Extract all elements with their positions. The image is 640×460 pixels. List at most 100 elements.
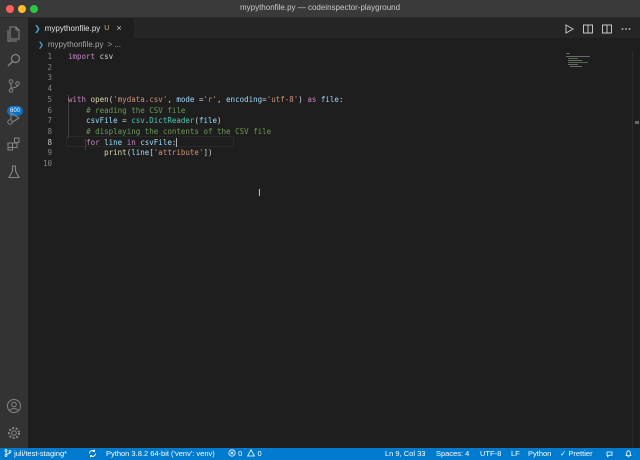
scrollbar-marker: [635, 121, 639, 124]
code-token: as: [307, 94, 317, 104]
breadcrumb: ❯ mypythonfile.py > ...: [28, 38, 640, 51]
python-file-icon: ❯: [34, 23, 41, 33]
code-token: for: [86, 137, 100, 147]
indentation-status[interactable]: Spaces: 4: [436, 449, 469, 459]
code-token: print: [104, 148, 127, 158]
code-line: 8 # displaying the contents of the CSV f…: [28, 126, 560, 137]
window-title: mypythonfile.py — codeinspector-playgrou…: [239, 3, 401, 12]
language-mode[interactable]: Python: [528, 449, 551, 459]
line-number: 5: [47, 94, 52, 104]
code-token: ): [298, 94, 308, 104]
line-number: 3: [47, 73, 52, 83]
split-compare-icon[interactable]: [582, 22, 594, 34]
run-icon[interactable]: [563, 22, 575, 34]
minimap-line: [566, 53, 570, 54]
minimap-line: [568, 58, 578, 59]
status-bar: juli/test-staging* Python 3.8.2 64-bit (…: [0, 448, 640, 460]
breadcrumb-more[interactable]: > ...: [107, 40, 121, 49]
tab-git-status: U: [104, 24, 110, 32]
line-number: 6: [47, 105, 52, 115]
eol-status[interactable]: LF: [511, 449, 520, 459]
code-line: 3: [28, 72, 560, 83]
activity-bar: 600: [0, 18, 28, 448]
files-icon[interactable]: [4, 24, 24, 44]
search-icon[interactable]: [4, 50, 24, 70]
more-icon[interactable]: [620, 22, 632, 34]
code-token: csv: [131, 116, 145, 126]
text-cursor-icon: I: [258, 188, 261, 199]
minimap-line: [568, 62, 588, 63]
code-token: ): [217, 116, 222, 126]
editor-scrollbar[interactable]: [632, 51, 640, 448]
account-icon[interactable]: [4, 396, 24, 416]
code-token: csvFile: [140, 137, 172, 147]
code-token: mode: [176, 94, 195, 104]
minimap-line: [570, 66, 582, 67]
code-token: 'mydata.csv': [113, 94, 168, 104]
run-debug-icon[interactable]: [4, 108, 24, 128]
code-token: # displaying the contents of the CSV fil…: [86, 126, 272, 136]
minimap-line: [568, 64, 578, 65]
close-tab-icon[interactable]: ×: [116, 23, 121, 33]
error-icon: [228, 449, 236, 457]
code-text: # reading the CSV file: [68, 105, 185, 116]
gear-icon[interactable]: [4, 423, 24, 443]
tab-mypythonfile[interactable]: ❯ mypythonfile.py U ×: [28, 18, 134, 38]
code-line: 7 csvFile = csv.DictReader(file): [28, 115, 560, 126]
code-token: with: [68, 94, 87, 104]
code-token: open: [90, 94, 109, 104]
code-line: 4: [28, 83, 560, 94]
minimap-line: [568, 60, 582, 61]
feedback-icon[interactable]: [605, 449, 614, 460]
prettier-label: Prettier: [568, 449, 593, 458]
code-text: # displaying the contents of the CSV fil…: [68, 126, 271, 137]
code-token: =: [117, 116, 132, 126]
line-number: 10: [42, 159, 52, 168]
branch-icon: [4, 449, 12, 457]
minimap[interactable]: [560, 51, 632, 131]
breadcrumb-file[interactable]: mypythonfile.py: [48, 40, 104, 49]
code-token: line: [104, 137, 123, 147]
sync-icon[interactable]: [88, 449, 97, 460]
problems-status[interactable]: 0 0: [228, 448, 262, 459]
line-number: 2: [47, 62, 52, 72]
code-token: 'r': [203, 94, 218, 104]
code-line: 8 for line in csvFile:: [28, 137, 560, 148]
branch-label: juli/test-staging*: [14, 449, 68, 458]
cursor-position[interactable]: Ln 9, Col 33: [385, 449, 425, 459]
line-number: 9: [47, 148, 52, 158]
code-token: in: [126, 137, 136, 147]
line-number: 1: [47, 52, 52, 61]
line-number: 7: [47, 116, 52, 126]
code-token: file: [320, 94, 339, 104]
code-token: :: [338, 94, 344, 104]
check-icon: ✓: [560, 449, 567, 458]
line-number: 8: [47, 126, 52, 136]
code-token: # reading the CSV file: [86, 105, 186, 115]
flask-icon[interactable]: [4, 162, 24, 182]
encoding-status[interactable]: UTF-8: [480, 449, 501, 459]
code-editor[interactable]: 1 import csv 2 3 4 5 with open('mydata.csv', m…: [28, 51, 560, 448]
python-file-icon: ❯: [38, 41, 44, 49]
code-token: csvFile: [86, 116, 118, 126]
code-line: 5 with open('mydata.csv', mode ='r', enco…: [28, 94, 560, 105]
python-interpreter[interactable]: Python 3.8.2 64-bit ('venv': venv): [106, 449, 215, 459]
source-control-icon[interactable]: [4, 76, 24, 96]
prettier-status[interactable]: ✓ Prettier: [560, 449, 593, 459]
code-token: line: [131, 148, 150, 158]
split-editor-icon[interactable]: [601, 22, 613, 34]
error-count: 0: [238, 449, 243, 458]
code-line: 1 import csv: [28, 51, 560, 62]
code-line: 6 # reading the CSV file: [28, 105, 560, 116]
code-text: print(line['attribute']): [68, 147, 212, 158]
branch-status[interactable]: juli/test-staging*: [4, 449, 67, 459]
tab-bar: ❯ mypythonfile.py U ×: [28, 18, 640, 38]
extensions-icon[interactable]: [4, 134, 24, 154]
notifications-icon[interactable]: [624, 449, 633, 460]
code-token: csv: [95, 52, 114, 61]
code-token: file: [198, 116, 218, 126]
